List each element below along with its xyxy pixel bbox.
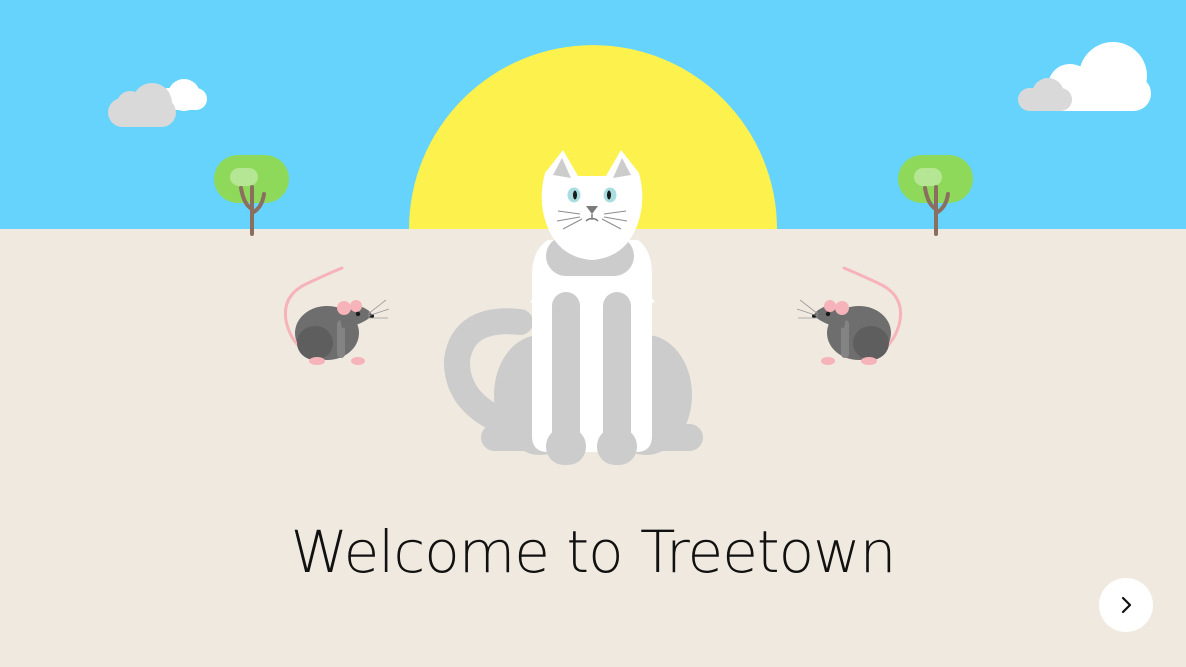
cloud-left-illustration — [108, 79, 207, 127]
welcome-scene: Welcome to Treetown — [0, 0, 1186, 667]
mouse-right-illustration — [796, 266, 903, 365]
tree-right-illustration — [898, 155, 973, 236]
tree-left-illustration — [214, 155, 289, 236]
cloud-right-illustration — [1018, 42, 1151, 111]
chevron-right-icon — [1121, 596, 1132, 614]
mouse-left-illustration — [283, 266, 390, 365]
welcome-title: Welcome to Treetown — [290, 518, 897, 586]
next-button[interactable] — [1099, 578, 1153, 632]
